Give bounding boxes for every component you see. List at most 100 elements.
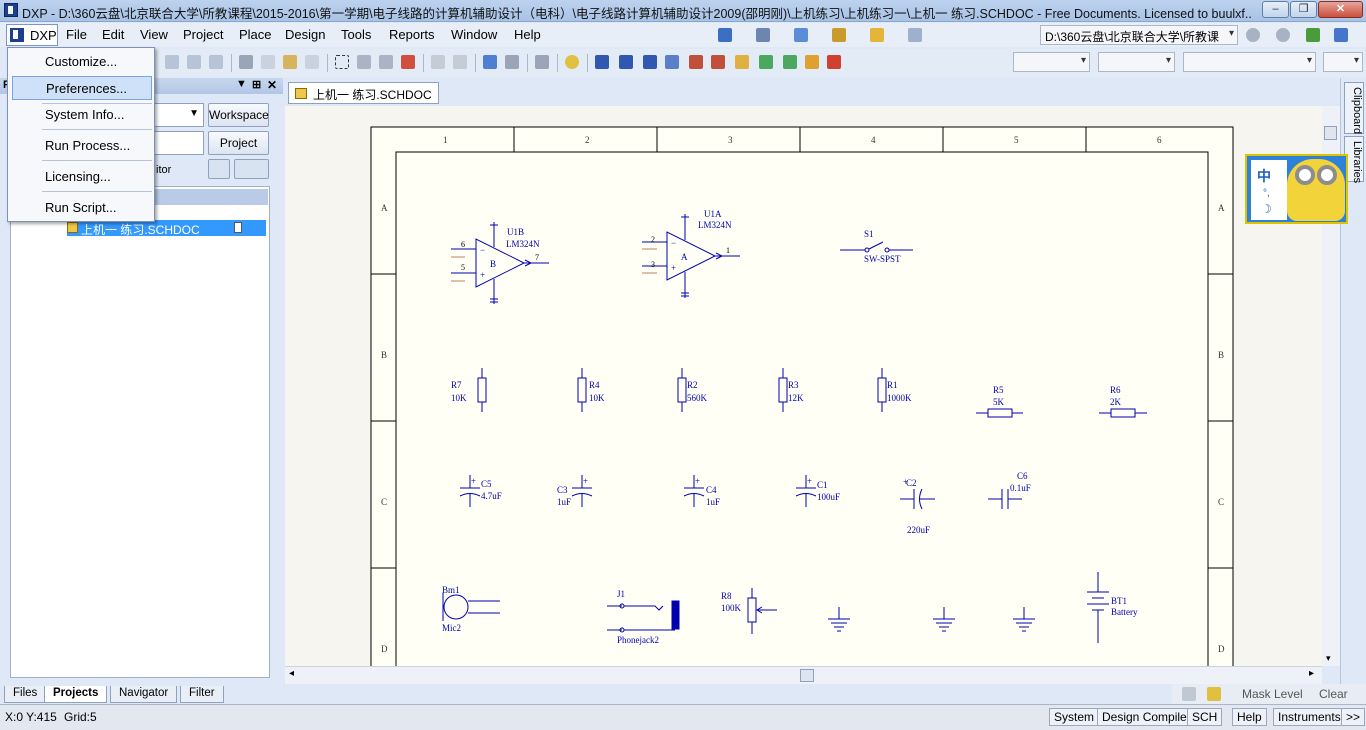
opamp-unit: A	[681, 252, 688, 262]
browse-library-icon[interactable]	[535, 55, 549, 69]
place-port-icon[interactable]	[805, 55, 819, 69]
menu-item-system-info[interactable]: System Info...	[12, 103, 152, 127]
panel-menu-icon[interactable]: ▼	[236, 78, 247, 90]
document-tab[interactable]: 上机一 练习.SCHDOC	[288, 82, 439, 104]
panel-close-icon[interactable]: ✕	[267, 78, 277, 92]
tab-projects[interactable]: Projects	[44, 686, 108, 703]
cut-icon[interactable]	[239, 55, 253, 69]
place-part-icon[interactable]	[735, 55, 749, 69]
menu-place[interactable]: Place	[239, 27, 272, 42]
favorites-icon[interactable]	[1334, 28, 1348, 42]
deselect-icon[interactable]	[379, 55, 393, 69]
path-combo[interactable]: D:\360云盘\北京联合大学\所教课	[1040, 25, 1238, 45]
clear-button[interactable]: Clear	[1319, 687, 1348, 701]
menu-help[interactable]: Help	[514, 27, 541, 42]
tree-item-schdoc[interactable]: 上机一 练习.SCHDOC	[67, 220, 266, 237]
status-tab-help[interactable]: Help	[1232, 708, 1267, 726]
menu-item-licensing[interactable]: Licensing...	[12, 165, 152, 189]
toolbar-combo-3[interactable]	[1183, 52, 1316, 72]
forward-icon[interactable]	[1276, 28, 1290, 42]
tab-filter[interactable]: Filter	[180, 686, 224, 703]
redo-icon[interactable]	[453, 55, 467, 69]
toolbar-combo-1[interactable]	[1013, 52, 1090, 72]
tab-navigator[interactable]: Navigator	[110, 686, 178, 703]
toolbar-combo-4[interactable]	[1323, 52, 1363, 72]
project-button[interactable]: Project	[208, 131, 269, 155]
project-combo[interactable]	[152, 131, 204, 155]
tab-files[interactable]: Files	[4, 686, 47, 703]
maximize-button[interactable]: ❐	[1290, 1, 1317, 18]
scroll-down-icon[interactable]: ▾	[1326, 653, 1331, 664]
status-more-button[interactable]: >>	[1341, 708, 1366, 726]
menu-project[interactable]: Project	[183, 27, 223, 42]
place-net-label-icon[interactable]	[665, 55, 679, 69]
probe-icon[interactable]	[832, 28, 846, 42]
clipboard-tab[interactable]: Clipboard	[1344, 82, 1364, 134]
edit-mask-icon[interactable]	[1182, 687, 1196, 701]
rubber-stamp-icon[interactable]	[305, 55, 319, 69]
cross-probe-icon[interactable]	[505, 55, 519, 69]
clear-filter-icon[interactable]	[401, 55, 415, 69]
power-port-icon[interactable]	[794, 28, 808, 42]
status-tab-sch[interactable]: SCH	[1187, 708, 1223, 726]
grid-icon[interactable]	[908, 28, 922, 42]
zoom-filter-icon[interactable]	[209, 55, 223, 69]
zoom-selected-icon[interactable]	[187, 55, 201, 69]
back-icon[interactable]	[1246, 28, 1260, 42]
minimize-button[interactable]: –	[1262, 1, 1289, 18]
ime-widget[interactable]: 中 °, ☽	[1245, 154, 1348, 224]
zoom-area-icon[interactable]	[165, 55, 179, 69]
place-sheet-entry-icon[interactable]	[783, 55, 797, 69]
scroll-left-icon[interactable]: ◂	[289, 668, 294, 679]
sim-source-icon[interactable]	[870, 28, 884, 42]
scroll-right-icon[interactable]: ▸	[1309, 668, 1314, 679]
schematic-sheet[interactable]: 1 2 3 4 5 6 A B C D A B C D U1B LM324N B…	[285, 106, 1322, 666]
menu-design[interactable]: Design	[285, 27, 325, 42]
status-tab-design-compiler[interactable]: Design Compiler	[1097, 708, 1196, 726]
pin-icon[interactable]: ⊞	[252, 78, 261, 91]
menu-item-run-process[interactable]: Run Process...	[12, 134, 152, 158]
menu-item-preferences[interactable]: Preferences...	[12, 76, 152, 100]
place-wire-icon[interactable]	[595, 55, 609, 69]
status-tab-system[interactable]: System	[1049, 708, 1100, 726]
hierarchy-icon[interactable]	[483, 55, 497, 69]
menu-window[interactable]: Window	[451, 27, 497, 42]
toolbar-combo-2[interactable]	[1098, 52, 1175, 72]
menu-item-customize[interactable]: Customize...	[12, 50, 152, 74]
home-icon[interactable]	[1306, 28, 1320, 42]
hint-icon[interactable]	[1207, 687, 1221, 701]
menu-item-run-script[interactable]: Run Script...	[12, 196, 152, 220]
menu-reports[interactable]: Reports	[389, 27, 435, 42]
align-icon[interactable]	[756, 28, 770, 42]
select-area-icon[interactable]	[335, 55, 349, 69]
horizontal-scrollbar[interactable]: ◂ ▸	[285, 666, 1322, 684]
place-bus-icon[interactable]	[619, 55, 633, 69]
move-icon[interactable]	[357, 55, 371, 69]
place-bus-entry-icon[interactable]	[643, 55, 657, 69]
paste-icon[interactable]	[283, 55, 297, 69]
scroll-thumb[interactable]	[800, 669, 814, 682]
wiring-tools-icon[interactable]	[718, 28, 732, 42]
structure-editor-icon[interactable]	[208, 159, 230, 179]
undo-icon[interactable]	[431, 55, 445, 69]
no-erc-icon[interactable]	[827, 55, 841, 69]
workspace-combo[interactable]: ▼	[152, 103, 204, 127]
mask-level-button[interactable]: Mask Level	[1242, 687, 1303, 701]
status-tab-instruments[interactable]: Instruments	[1273, 708, 1346, 726]
menu-file[interactable]: File	[66, 27, 87, 42]
copy-icon[interactable]	[261, 55, 275, 69]
menu-tools[interactable]: Tools	[341, 27, 371, 42]
schematic-canvas[interactable]: 1 2 3 4 5 6 A B C D A B C D U1B LM324N B…	[285, 106, 1322, 666]
place-sheet-symbol-icon[interactable]	[759, 55, 773, 69]
file-view-dropdown[interactable]	[234, 159, 269, 179]
workspace-button[interactable]: Workspace	[208, 103, 269, 127]
menu-view[interactable]: View	[140, 27, 168, 42]
menu-edit[interactable]: Edit	[102, 27, 124, 42]
row-label: D	[381, 644, 388, 654]
place-vcc-icon[interactable]	[711, 55, 725, 69]
menu-dxp[interactable]: DXP	[6, 24, 58, 46]
place-gnd-icon[interactable]	[689, 55, 703, 69]
scroll-thumb[interactable]	[1324, 126, 1337, 140]
close-button[interactable]: ✕	[1318, 1, 1363, 18]
help-icon[interactable]	[565, 55, 579, 69]
